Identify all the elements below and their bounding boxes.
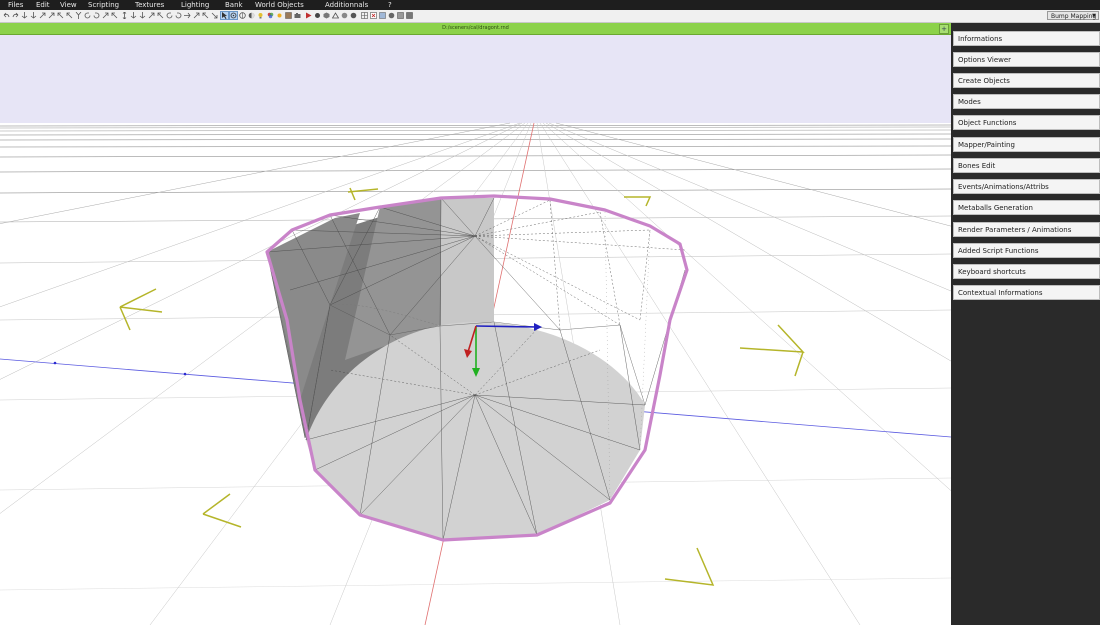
chevron-down-icon: ▼ [1092,13,1096,19]
move-down-icon[interactable] [30,12,37,19]
panel-bones-edit-button[interactable]: Bones Edit [953,158,1100,173]
panel-mapper-painting-button[interactable]: Mapper/Painting [953,137,1100,152]
menu-help[interactable]: ? [388,0,392,10]
menu-lighting[interactable]: Lighting [181,0,209,10]
branch-icon[interactable] [75,12,82,19]
menu-edit[interactable]: Edit [36,0,50,10]
panel-informations-button[interactable]: Informations [953,31,1100,46]
sun-icon[interactable] [276,12,283,19]
diagonal-arrow-icon[interactable] [39,12,46,19]
sphere-icon[interactable] [388,12,395,19]
rotate-icon[interactable] [84,12,91,19]
panel-events-animations-button[interactable]: Events/Animations/Attribs [953,179,1100,194]
diagonal-arrow-icon[interactable] [66,12,73,19]
record-icon[interactable] [314,12,321,19]
rotate-view-icon[interactable] [229,11,238,20]
menu-scripting[interactable]: Scripting [88,0,119,10]
move-down-icon[interactable] [139,12,146,19]
move-down-icon[interactable] [21,12,28,19]
render-mode-select[interactable]: Bump Mapping ▼ [1047,11,1099,20]
move-right-icon[interactable] [184,12,191,19]
panel-metaballs-button[interactable]: Metaballs Generation [953,200,1100,215]
box-icon[interactable] [397,12,404,19]
color-icon[interactable] [267,12,274,19]
sphere-icon[interactable] [341,12,348,19]
texture-icon[interactable] [285,12,292,19]
redo-icon[interactable] [12,12,19,19]
toolbar: Bump Mapping ▼ [0,10,1100,23]
side-panel: Informations Options Viewer Create Objec… [952,23,1100,625]
menu-additionnals[interactable]: Additionnals [325,0,368,10]
undo-icon[interactable] [3,12,10,19]
diagonal-arrow-icon[interactable] [211,12,218,19]
camera-icon[interactable] [294,12,301,19]
sphere-icon[interactable] [350,12,357,19]
panel-create-objects-button[interactable]: Create Objects [953,73,1100,88]
panel-contextual-informations-button[interactable]: Contextual Informations [953,285,1100,300]
panel-object-functions-button[interactable]: Object Functions [953,115,1100,130]
sky-background [0,35,951,123]
diagonal-arrow-icon[interactable] [48,12,55,19]
image-icon[interactable] [379,12,386,19]
add-viewport-button[interactable]: + [939,24,949,34]
3d-viewport[interactable] [0,35,951,625]
half-sphere-icon[interactable] [248,12,255,19]
diagonal-arrow-icon[interactable] [202,12,209,19]
diagonal-arrow-icon[interactable] [193,12,200,19]
menu-bar: Files Edit View Scripting Textures Light… [0,0,1100,10]
diagonal-arrow-icon[interactable] [111,12,118,19]
grid-icon[interactable] [361,12,368,19]
axis-marker [183,372,187,376]
axis-marker [53,361,57,365]
panel-script-functions-button[interactable]: Added Script Functions [953,243,1100,258]
box-icon[interactable] [406,12,413,19]
menu-world-objects[interactable]: World Objects [255,0,304,10]
menu-bank[interactable]: Bank [225,0,243,10]
panel-options-viewer-button[interactable]: Options Viewer [953,52,1100,67]
panel-modes-button[interactable]: Modes [953,94,1100,109]
mesh-icon[interactable] [332,12,339,19]
diagonal-arrow-icon[interactable] [157,12,164,19]
scene-canvas [0,35,951,625]
select-cursor-icon[interactable] [220,11,229,20]
render-mode-value: Bump Mapping [1051,13,1097,20]
rotate-icon[interactable] [166,12,173,19]
diagonal-arrow-icon[interactable] [57,12,64,19]
resize-vertical-icon[interactable] [121,12,128,19]
move-down-icon[interactable] [130,12,137,19]
play-icon[interactable] [305,12,312,19]
rotate-icon[interactable] [175,12,182,19]
menu-view[interactable]: View [60,0,77,10]
menu-files[interactable]: Files [8,0,23,10]
close-icon[interactable] [370,12,377,19]
object-icon[interactable] [323,12,330,19]
file-path: D:/sceners/cal/dragont.rnd [442,25,509,31]
diagonal-arrow-icon[interactable] [148,12,155,19]
z-axis-handle[interactable] [475,325,539,328]
diagonal-arrow-icon[interactable] [102,12,109,19]
panel-render-parameters-button[interactable]: Render Parameters / Animations [953,222,1100,237]
orbit-icon[interactable] [239,12,246,19]
rotate-icon[interactable] [93,12,100,19]
menu-textures[interactable]: Textures [135,0,164,10]
panel-keyboard-shortcuts-button[interactable]: Keyboard shortcuts [953,264,1100,279]
light-icon[interactable] [257,12,264,19]
viewport-title-bar: D:/sceners/cal/dragont.rnd + [0,23,951,35]
